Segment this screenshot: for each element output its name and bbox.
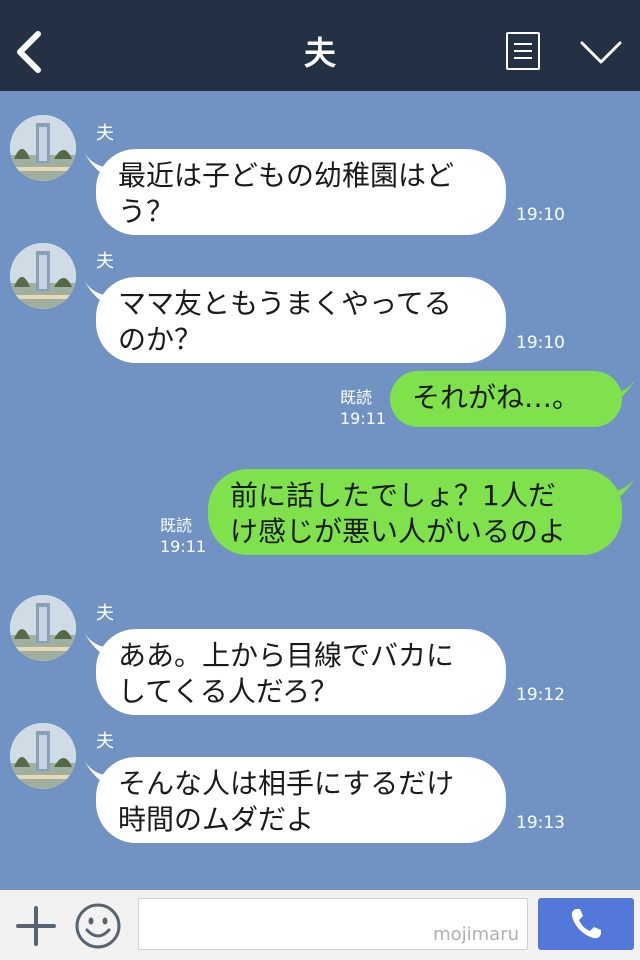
message-time: 19:10 (516, 205, 565, 225)
menu-icon[interactable] (506, 32, 540, 70)
message-bubble[interactable]: それがね…。 (390, 371, 622, 427)
message-text: そんな人は相手にするだけ (118, 767, 455, 800)
message-list[interactable]: 夫 最近は子どもの幼稚園はど う？ 19:10 夫 ママ友ともうまくやってる の… (0, 91, 640, 890)
message-text: 最近は子どもの幼稚園はど (118, 159, 455, 192)
sender-name: 夫 (96, 603, 114, 624)
avatar[interactable] (10, 115, 76, 181)
sender-name: 夫 (96, 731, 114, 752)
avatar[interactable] (10, 243, 76, 309)
message-text: け感じが悪い人がいるのよ (230, 515, 567, 548)
phone-icon (571, 909, 601, 939)
read-receipt: 既読 (340, 388, 373, 407)
message-text: してくる人だろ？ (118, 675, 339, 708)
smiley-icon[interactable] (74, 902, 122, 950)
message-time: 19:10 (516, 333, 565, 353)
plus-icon[interactable] (14, 904, 58, 948)
read-receipt: 既読 (160, 516, 193, 535)
message-bubble[interactable]: ああ。上から目線でバカに してくる人だろ？ (96, 629, 506, 715)
message-text: のか？ (118, 323, 203, 356)
message-bubble[interactable]: ママ友ともうまくやってる のか？ (96, 277, 506, 363)
bubble-tail (608, 379, 636, 405)
back-icon[interactable] (14, 30, 44, 74)
message-bubble[interactable]: 前に話したでしょ？1人だ け感じが悪い人がいるのよ (208, 469, 622, 555)
avatar[interactable] (10, 723, 76, 789)
message-text: ママ友ともうまくやってる (118, 287, 452, 320)
message-time: 19:13 (516, 813, 565, 833)
call-button[interactable] (538, 898, 634, 950)
bubble-tail (608, 477, 636, 503)
message-bubble[interactable]: 最近は子どもの幼稚園はど う？ (96, 149, 506, 235)
message-time: 19:11 (340, 409, 387, 428)
sender-name: 夫 (96, 123, 114, 144)
message-bubble[interactable]: そんな人は相手にするだけ 時間のムダだよ (96, 757, 506, 843)
message-text: う？ (118, 195, 175, 228)
message-text: 時間のムダだよ (118, 803, 315, 836)
sender-name: 夫 (96, 251, 114, 272)
chat-title: 夫 (303, 34, 336, 72)
message-input[interactable]: mojimaru (138, 898, 528, 950)
message-time: 19:12 (516, 685, 565, 705)
chat-header: 夫 (0, 0, 640, 91)
message-text: 前に話したでしょ？1人だ (230, 479, 556, 512)
avatar[interactable] (10, 595, 76, 661)
message-time: 19:11 (160, 537, 207, 556)
watermark: mojimaru (433, 924, 519, 945)
chevron-down-icon[interactable] (580, 40, 622, 66)
message-text: ああ。上から目線でバカに (118, 639, 455, 672)
message-text: それがね…。 (412, 381, 581, 414)
